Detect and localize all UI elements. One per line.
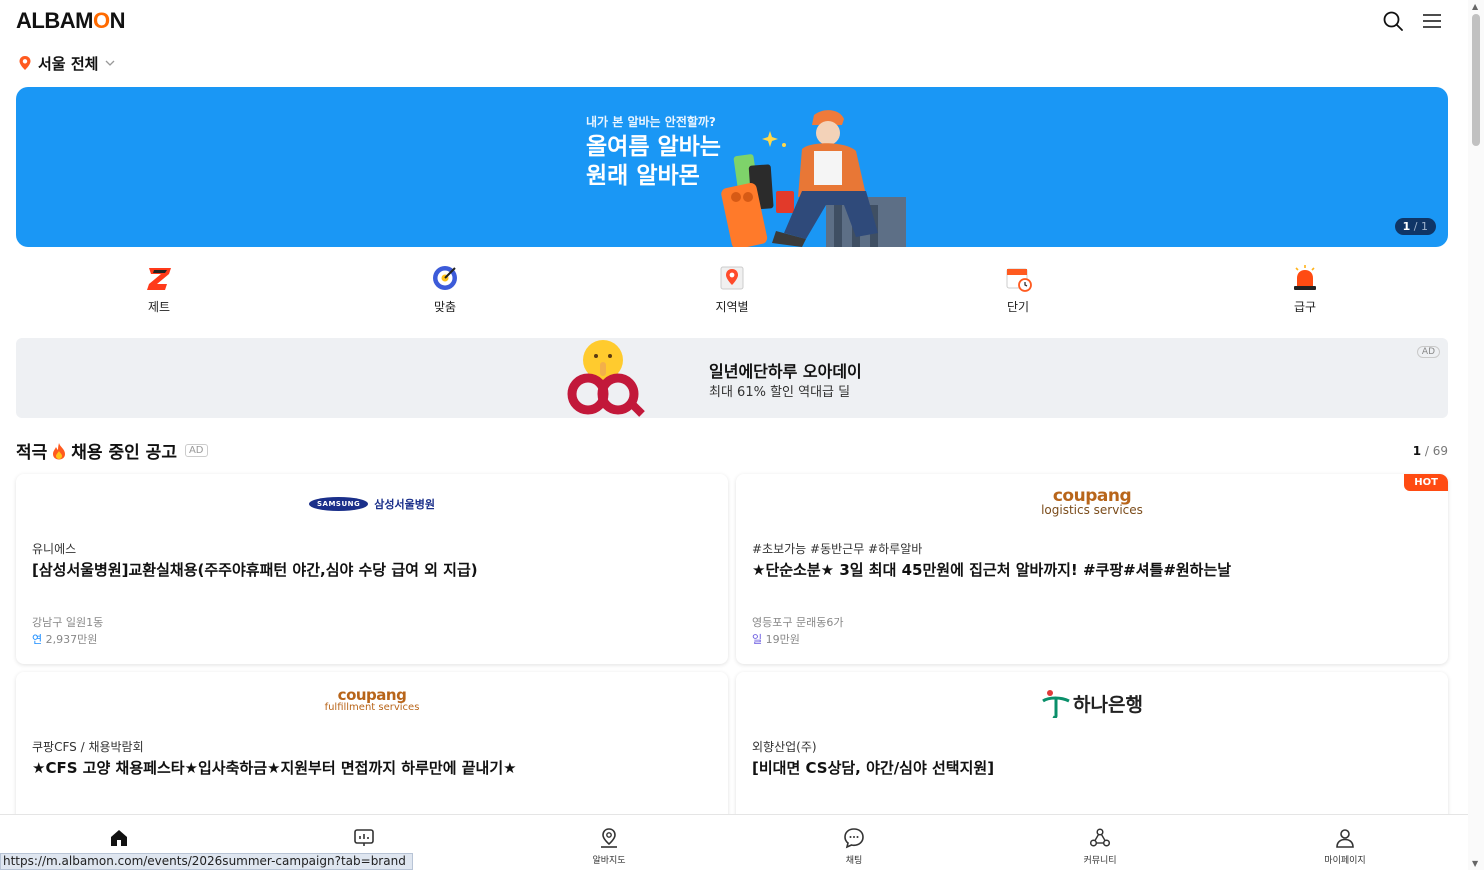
- section-counter: 1 / 69: [1413, 444, 1448, 458]
- job-title[interactable]: [삼성서울병원]교환실채용(주주야휴패턴 야간,심야 수당 급여 외 지급): [32, 559, 478, 580]
- ad-subtitle: 최대 61% 할인 역대급 딜: [709, 385, 851, 400]
- job-location: 영등포구 문래동6가: [752, 616, 844, 629]
- banner-illustration: [721, 110, 906, 247]
- category-label: 맞춤: [433, 300, 457, 314]
- promo-banner[interactable]: 내가 본 알바는 안전할까? 올여름 알바는 원래 알바몬 1 / 1: [16, 87, 1448, 247]
- target-icon: [433, 266, 457, 290]
- pay-unit: 일: [752, 633, 763, 646]
- counter-total: / 69: [1421, 444, 1448, 458]
- section-title-b: 채용 중인 공고: [71, 443, 177, 463]
- coupang-logistics-logo: coupang logistics services: [736, 486, 1448, 517]
- banner-pager: 1 / 1: [1394, 218, 1436, 235]
- banner-subtitle: 내가 본 알바는 안전할까?: [586, 115, 716, 129]
- section-title-a: 적극: [16, 443, 48, 463]
- category-label: 단기: [1006, 300, 1030, 314]
- job-company: 외향산업(주): [752, 740, 817, 754]
- brand-oval: SAMSUNG: [309, 497, 369, 511]
- nav-community[interactable]: 커뮤니티: [1055, 827, 1145, 866]
- logo-o: O: [92, 8, 110, 33]
- nav-label: 마이페이지: [1324, 856, 1366, 866]
- brand-sub: logistics services: [1041, 503, 1143, 517]
- banner-title: 올여름 알바는 원래 알바몬: [586, 134, 721, 189]
- home-icon: [111, 830, 127, 846]
- brand-text: 삼성서울병원: [374, 498, 435, 511]
- region-label: 서울 전체: [38, 54, 99, 73]
- zet-icon: [147, 268, 171, 290]
- chat-icon: [844, 828, 864, 849]
- job-location: 강남구 일원1동: [32, 616, 104, 629]
- location-pin-icon: [19, 56, 31, 70]
- community-icon: [1089, 828, 1111, 847]
- job-title[interactable]: ★단순소분★ 3일 최대 45만원에 집근처 알바까지! #쿠팡#셔틀#원하는날: [752, 559, 1231, 580]
- hana-bank-icon: [1042, 690, 1070, 718]
- nav-mypage[interactable]: 마이페이지: [1300, 827, 1390, 866]
- category-label: 급구: [1293, 300, 1317, 314]
- nav-label: 알바지도: [592, 856, 626, 866]
- counter-current: 1: [1412, 444, 1422, 458]
- link-status-bar: https://m.albamon.com/events/2026summer-…: [0, 853, 413, 870]
- section-ad-badge: AD: [184, 444, 208, 457]
- region-selector[interactable]: 서울 전체: [18, 52, 116, 74]
- job-card[interactable]: SAMSUNG 삼성서울병원 유니에스 [삼성서울병원]교환실채용(주주야휴패턴…: [16, 474, 728, 664]
- albamon-logo[interactable]: ALBAMON: [16, 8, 125, 34]
- brand-text: 하나은행: [1073, 693, 1143, 716]
- pay-unit: 연: [32, 633, 43, 646]
- job-title[interactable]: [비대면 CS상담, 야간/심야 선택지원]: [752, 757, 994, 778]
- scroll-thumb[interactable]: [1472, 14, 1480, 146]
- ad-badge: AD: [1416, 346, 1440, 358]
- job-company: 유니에스: [32, 542, 77, 556]
- map-pin-icon: [720, 266, 744, 290]
- category-region[interactable]: 지역별: [692, 264, 772, 315]
- hana-bank-logo: 하나은행: [736, 688, 1448, 718]
- nav-label: 커뮤니티: [1083, 856, 1117, 866]
- chevron-down-icon: [105, 60, 115, 66]
- board-icon: [354, 829, 374, 846]
- job-card[interactable]: HOT coupang logistics services #초보가능 #동반…: [736, 474, 1448, 664]
- job-card[interactable]: coupang fulfillment services 쿠팡CFS / 채용박…: [16, 672, 728, 832]
- job-card[interactable]: 하나은행 외향산업(주) [비대면 CS상담, 야간/심야 선택지원]: [736, 672, 1448, 832]
- pay-amount: 2,937만원: [42, 633, 98, 646]
- category-urgent[interactable]: 급구: [1265, 264, 1345, 315]
- calendar-clock-icon: [1006, 268, 1032, 292]
- fire-icon: [53, 442, 66, 459]
- siren-icon: [1294, 265, 1316, 290]
- samsung-hospital-logo: SAMSUNG 삼성서울병원: [16, 496, 728, 512]
- oa-day-logo: [567, 340, 645, 417]
- scroll-down-arrow-icon[interactable]: ▼: [1472, 859, 1478, 868]
- job-company: 쿠팡CFS / 채용박람회: [32, 740, 144, 754]
- category-custom[interactable]: 맞춤: [405, 264, 485, 315]
- job-pay: 연 2,937만원: [32, 631, 97, 647]
- category-menu: 제트 맞춤 지역별 단기 급구: [16, 264, 1448, 320]
- pager-total: / 1: [1410, 220, 1428, 233]
- user-icon: [1336, 829, 1354, 848]
- category-label: 지역별: [715, 300, 749, 314]
- search-icon[interactable]: [1382, 10, 1404, 32]
- scroll-up-arrow-icon[interactable]: ▲: [1472, 2, 1478, 11]
- nav-home[interactable]: [74, 827, 164, 853]
- coupang-fulfillment-logo: coupang fulfillment services: [16, 686, 728, 713]
- job-title[interactable]: ★CFS 고양 채용페스타★입사축하금★지원부터 면접까지 하루만에 끝내기★: [32, 757, 517, 778]
- header: ALBAMON: [0, 0, 1468, 42]
- section-title: 적극 채용 중인 공고 AD: [16, 438, 208, 463]
- nav-label: 채팅: [845, 856, 863, 866]
- job-tags: #초보가능 #동반근무 #하루알바: [752, 542, 923, 556]
- job-pay: 일 19만원: [752, 631, 800, 647]
- brand-sub: fulfillment services: [324, 702, 420, 713]
- ad-title: 일년에단하루 오아데이: [709, 362, 862, 381]
- logo-prefix: ALBAM: [16, 8, 93, 33]
- category-short[interactable]: 단기: [978, 264, 1058, 315]
- logo-suffix: N: [109, 8, 126, 33]
- page-scrollbar[interactable]: ▲ ▼: [1468, 0, 1484, 870]
- category-zet[interactable]: 제트: [119, 264, 199, 315]
- map-icon: [601, 828, 617, 848]
- menu-icon[interactable]: [1421, 10, 1443, 32]
- pay-amount: 19만원: [762, 633, 800, 646]
- ad-banner[interactable]: 일년에단하루 오아데이 최대 61% 할인 역대급 딜 AD: [16, 338, 1448, 418]
- nav-chat[interactable]: 채팅: [809, 827, 899, 866]
- category-label: 제트: [147, 300, 171, 314]
- nav-map[interactable]: 알바지도: [564, 827, 654, 866]
